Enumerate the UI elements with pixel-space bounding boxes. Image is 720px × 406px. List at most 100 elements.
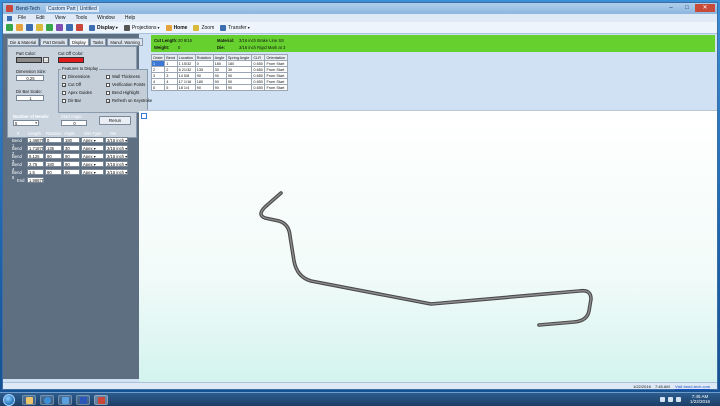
window-subtitle: Custom Part | Untitled: [45, 5, 99, 12]
flag-icon[interactable]: [660, 397, 665, 402]
taskbar-network[interactable]: [58, 395, 72, 405]
menu-edit[interactable]: Edit: [36, 15, 45, 21]
print-icon[interactable]: [36, 24, 43, 31]
cut-icon[interactable]: [76, 24, 83, 31]
menu-file[interactable]: File: [18, 15, 26, 21]
zoom-button[interactable]: Zoom: [193, 24, 214, 31]
cut-off-color-label: Cut Off Color:: [58, 51, 84, 56]
weight-label: Weight:: [154, 45, 170, 50]
new-icon[interactable]: [6, 24, 13, 31]
grid-header-rotation: Rotation: [46, 131, 62, 136]
die-select[interactable]: 3/16 inch ▾: [105, 153, 128, 159]
features-group: Features to Display Dimensions Wall Thic…: [58, 66, 152, 113]
angle-cell[interactable]: 90: [63, 169, 80, 175]
3d-viewport[interactable]: [139, 110, 717, 384]
rotation-cell[interactable]: 90: [45, 153, 62, 159]
length-cell[interactable]: 2.75: [27, 161, 44, 167]
dim-type-select[interactable]: Apex ▾: [81, 153, 104, 159]
angle-cell[interactable]: 180: [63, 137, 80, 143]
angle-cell[interactable]: 30: [63, 145, 80, 151]
die-select[interactable]: 3/16 inch ▾: [105, 145, 128, 151]
dir-bar-checkbox[interactable]: Dir Bar: [62, 98, 81, 103]
length-cell[interactable]: 1.5: [27, 169, 44, 175]
network-tray-icon[interactable]: [668, 397, 673, 402]
cut-off-color-swatch[interactable]: [58, 57, 84, 63]
taskbar-app[interactable]: [76, 395, 90, 405]
checkbox-box: [106, 74, 110, 79]
browser-icon: [44, 397, 51, 404]
die-select[interactable]: 3/16 inch ▾: [105, 161, 128, 167]
website-link[interactable]: Visit bend-tech.com: [675, 384, 710, 389]
tool-icon[interactable]: [46, 24, 53, 31]
tab-tasks[interactable]: Tasks: [89, 38, 107, 46]
tab-display[interactable]: Display: [68, 38, 89, 46]
start-angle-input[interactable]: 0: [61, 120, 87, 126]
length-cell[interactable]: 1.71875: [27, 145, 44, 151]
cut-off-checkbox[interactable]: ✓ Cut Off: [62, 82, 81, 87]
tab-die-material[interactable]: Die & Material: [7, 38, 40, 46]
status-time: 7:45 AM: [655, 384, 670, 389]
export-icon[interactable]: [66, 24, 73, 31]
refresh-on-keystroke-checkbox[interactable]: ✓ Refresh on Keystroke: [106, 98, 152, 103]
toolbar: Display ▾ Projections ▾ Home Zoom Transfer…: [3, 22, 717, 34]
taskbar-clock[interactable]: 7:45 AM 1/22/2016: [690, 394, 710, 404]
taskbar-internet-explorer[interactable]: [40, 395, 54, 405]
dim-type-select[interactable]: Apex ▾: [81, 161, 104, 167]
maximize-button[interactable]: □: [679, 4, 695, 12]
taskbar: 7:45 AM 1/22/2016: [0, 392, 720, 406]
app-icon: [80, 397, 87, 404]
grid-header-die: Die: [110, 131, 117, 136]
rotation-cell[interactable]: 90: [45, 169, 62, 175]
rotation-cell[interactable]: 180: [45, 161, 62, 167]
transfer-button[interactable]: Transfer ▾: [220, 24, 250, 31]
end-label: End: [17, 178, 25, 183]
menu-tools[interactable]: Tools: [75, 15, 87, 21]
die-select[interactable]: 3/16 inch ▾: [105, 137, 128, 143]
camera-icon: [123, 24, 130, 31]
end-length-cell[interactable]: 1.96875: [27, 177, 44, 183]
bent-tube-model[interactable]: [139, 111, 717, 385]
dim-type-select[interactable]: Apex ▾: [81, 169, 104, 175]
menu-window[interactable]: Window: [97, 15, 115, 21]
projections-button[interactable]: Projections ▾: [123, 24, 160, 31]
length-cell[interactable]: 9.125: [27, 153, 44, 159]
open-icon[interactable]: [16, 24, 23, 31]
dimension-size-input[interactable]: 0.25: [16, 75, 44, 81]
part-color-picker-button[interactable]: …: [43, 57, 49, 63]
table-row[interactable]: 5 5 18 1/4 90 90 90 0.650 From Start: [150, 84, 288, 91]
menu-help[interactable]: Help: [125, 15, 135, 21]
wall-thickness-checkbox[interactable]: Wall Thickness: [106, 74, 140, 79]
verification-points-checkbox[interactable]: Verification Points: [106, 82, 145, 87]
home-button[interactable]: Home: [165, 24, 187, 31]
taskbar-explorer[interactable]: [22, 395, 36, 405]
number-of-bends-select[interactable]: 5 ▾: [13, 120, 39, 126]
save-icon[interactable]: [26, 24, 33, 31]
start-button[interactable]: [3, 394, 15, 406]
die-select[interactable]: 3/16 inch ▾: [105, 169, 128, 175]
dim-type-select[interactable]: Apex ▾: [81, 145, 104, 151]
volume-icon[interactable]: [676, 397, 681, 402]
angle-cell[interactable]: 90: [63, 161, 80, 167]
tab-manuf-warning[interactable]: Manuf. Warning: [107, 38, 143, 46]
dim-type-select[interactable]: Apex ▾: [81, 137, 104, 143]
rotation-cell[interactable]: 135: [45, 145, 62, 151]
tab-strip: Die & Material Part Details Display Task…: [7, 38, 143, 46]
rerun-button[interactable]: Rerun: [99, 116, 131, 125]
taskbar-bend-tech[interactable]: [94, 395, 108, 405]
bend-table: Order Bend Location Rotation Angle Sprin…: [150, 54, 288, 91]
display-button[interactable]: Display ▾: [89, 24, 118, 31]
dir-bar-scale-input[interactable]: 1: [16, 95, 44, 101]
rotation-cell[interactable]: 0: [45, 137, 62, 143]
weight-value: 0: [178, 45, 181, 50]
apex-guides-checkbox[interactable]: Apex Guides: [62, 90, 92, 95]
report-icon[interactable]: [56, 24, 63, 31]
length-cell[interactable]: 1.46875: [27, 137, 44, 143]
menu-view[interactable]: View: [55, 15, 66, 21]
tab-part-details[interactable]: Part Details: [40, 38, 68, 46]
bend-highlight-checkbox[interactable]: Bend Highlight: [106, 90, 139, 95]
close-button[interactable]: ✕: [695, 4, 715, 12]
dimensions-checkbox[interactable]: Dimensions: [62, 74, 90, 79]
angle-cell[interactable]: 90: [63, 153, 80, 159]
minimize-button[interactable]: –: [663, 4, 679, 12]
part-color-swatch[interactable]: [16, 57, 42, 63]
